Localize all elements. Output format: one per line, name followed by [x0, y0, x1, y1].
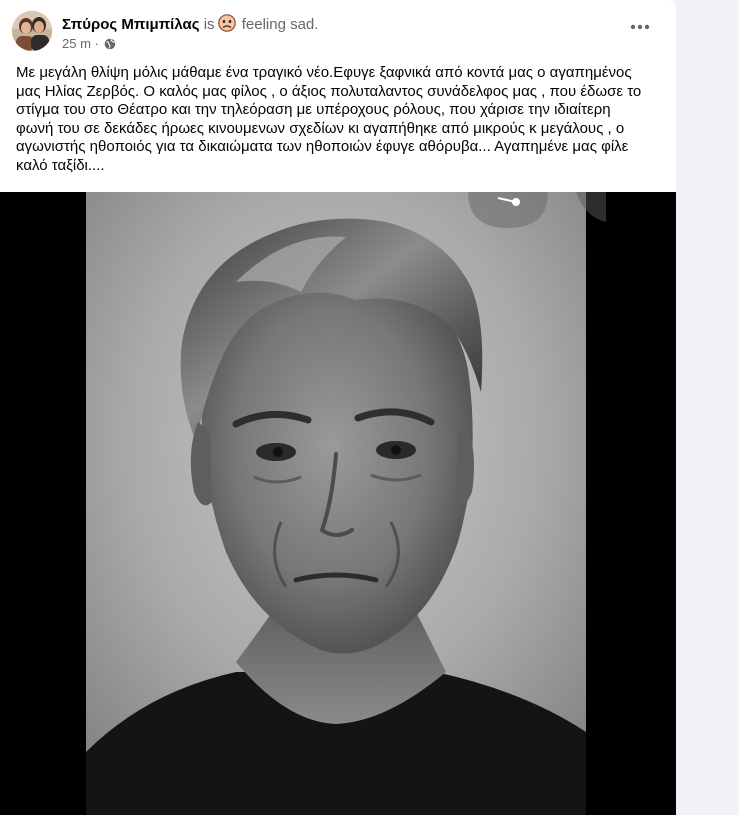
post-text-line: Με μεγάλη θλίψη μόλις μάθαμε ένα τραγικό… [16, 64, 632, 81]
post-photo[interactable] [86, 192, 586, 815]
sad-face-emoji-icon [217, 14, 236, 32]
avatar[interactable] [12, 11, 52, 51]
post-message: Με μεγάλη θλίψη μόλις μάθαμε ένα τραγικό… [16, 64, 664, 175]
next-control-edge[interactable] [566, 192, 606, 222]
globe-icon [104, 38, 116, 50]
meta-separator: · [94, 36, 99, 51]
author-name[interactable]: Σπύρος Μπιμπίλας [62, 16, 200, 33]
portrait-image [86, 192, 586, 815]
feeling-text[interactable]: feeling sad. [242, 16, 319, 33]
post-text-line: φωνή του σε δεκάδες ήρωες κινουμενων σχε… [16, 119, 625, 137]
post-text-line: αγωνιστής ηθοποιός για τα δικαιώματα των… [16, 138, 629, 155]
feed-post: Σπύρος Μπιμπίλας is feeling sad. 25 m · [0, 0, 676, 815]
more-options-button[interactable] [622, 13, 658, 41]
is-text: is [203, 16, 215, 33]
share-button[interactable] [468, 192, 548, 228]
avatar-photo [12, 11, 52, 51]
post-text-line: καλό ταξίδι.... [16, 156, 105, 174]
post-meta: 25 m · [62, 36, 116, 52]
post-text-line: μας Ηλίας Ζερβός. Ο καλός μας φίλος , ο … [16, 82, 642, 100]
author-line: Σπύρος Μπιμπίλας is feeling sad. [62, 14, 318, 34]
post-header: Σπύρος Μπιμπίλας is feeling sad. 25 m · [0, 0, 676, 58]
post-timestamp[interactable]: 25 m [62, 36, 91, 51]
post-text-line: στίγμα του στο Θέατρο και την τηλεόραση … [16, 101, 611, 118]
more-horizontal-icon [630, 24, 650, 30]
post-media[interactable] [0, 192, 676, 815]
share-icon [468, 192, 548, 228]
overlay-edge-shape [576, 192, 606, 222]
